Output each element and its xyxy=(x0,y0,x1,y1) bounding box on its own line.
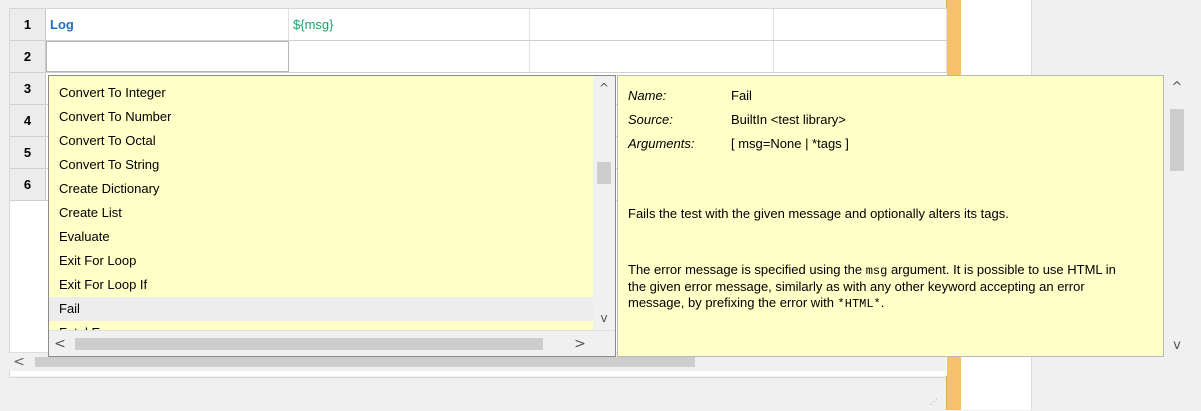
doc-text: . xyxy=(880,295,885,310)
suggestion-vertical-scrollbar[interactable]: ^ v xyxy=(593,76,615,330)
scroll-down-icon[interactable]: v xyxy=(593,308,615,328)
doc-arguments-row: Arguments: [ msg=None | *tags ] xyxy=(628,136,849,151)
suggestion-item[interactable]: Exit For Loop xyxy=(49,249,593,273)
doc-arguments-value: [ msg=None | *tags ] xyxy=(731,136,849,151)
scroll-left-icon[interactable]: < xyxy=(9,353,29,371)
suggestion-items: Convert To Integer Convert To Number Conve… xyxy=(49,81,593,330)
doc-vertical-scrollbar[interactable]: ^ v xyxy=(1164,75,1190,357)
grid-cell-editing[interactable] xyxy=(46,41,289,72)
suggestion-item[interactable]: Create List xyxy=(49,201,593,225)
grid-cell[interactable] xyxy=(774,41,947,72)
doc-source-label: Source: xyxy=(628,112,673,127)
status-bar: ⋰ xyxy=(9,377,946,411)
doc-summary: Fails the test with the given message an… xyxy=(628,206,1009,221)
grid-row: 1 Log ${msg} xyxy=(10,9,947,41)
grid-row: 2 xyxy=(10,41,947,73)
doc-source-value: BuiltIn <test library> xyxy=(731,112,846,127)
scrollbar-thumb[interactable] xyxy=(1170,109,1184,171)
suggestion-item[interactable]: Create Dictionary xyxy=(49,177,593,201)
keyword-documentation-popup: Name: Fail Source: BuiltIn <test library> … xyxy=(617,75,1164,357)
resize-grip-icon[interactable]: ⋰ xyxy=(930,397,940,407)
suggestion-item[interactable]: Convert To String xyxy=(49,153,593,177)
doc-code: *HTML* xyxy=(837,297,881,311)
suggestion-item[interactable]: Exit For Loop If xyxy=(49,273,593,297)
scroll-up-icon[interactable]: ^ xyxy=(1164,77,1190,97)
scroll-left-icon[interactable]: < xyxy=(49,331,71,356)
doc-description: The error message is specified using the… xyxy=(628,262,1128,312)
scrollbar-thumb[interactable] xyxy=(597,162,611,184)
scroll-up-icon[interactable]: ^ xyxy=(593,78,615,98)
scroll-down-icon[interactable]: v xyxy=(1164,335,1190,355)
grid-cell[interactable] xyxy=(530,9,774,40)
doc-text: The error message is specified using the xyxy=(628,262,866,277)
keyword-suggestion-list[interactable]: Convert To Integer Convert To Number Conve… xyxy=(48,75,616,357)
row-number[interactable]: 1 xyxy=(10,9,46,40)
doc-name-row: Name: Fail xyxy=(628,88,752,103)
scroll-right-icon[interactable]: > xyxy=(569,331,591,356)
suggestion-item[interactable]: Fatal Error xyxy=(49,321,593,330)
suggestion-item[interactable]: Convert To Number xyxy=(49,105,593,129)
scrollbar-thumb[interactable] xyxy=(35,357,695,367)
grid-cell-argument[interactable]: ${msg} xyxy=(289,9,530,40)
row-number[interactable]: 3 xyxy=(10,73,46,104)
doc-name-label: Name: xyxy=(628,88,667,103)
suggestion-item[interactable]: Evaluate xyxy=(49,225,593,249)
doc-code: msg xyxy=(865,264,888,278)
row-number[interactable]: 4 xyxy=(10,105,46,136)
suggestion-item[interactable]: Convert To Octal xyxy=(49,129,593,153)
suggestion-item[interactable]: Fail xyxy=(49,297,593,321)
grid-cell-keyword[interactable]: Log xyxy=(46,9,289,40)
grid-cell[interactable] xyxy=(774,9,947,40)
grid-cell[interactable] xyxy=(289,41,530,72)
row-number[interactable]: 5 xyxy=(10,137,46,168)
doc-source-row: Source: BuiltIn <test library> xyxy=(628,112,846,127)
row-number[interactable]: 6 xyxy=(10,169,46,200)
suggestion-horizontal-scrollbar[interactable]: < > xyxy=(49,330,615,356)
suggestion-item[interactable]: Convert To Integer xyxy=(49,81,593,105)
doc-name-value: Fail xyxy=(731,88,752,103)
row-number[interactable]: 2 xyxy=(10,41,46,72)
scrollbar-thumb[interactable] xyxy=(75,338,543,350)
doc-arguments-label: Arguments: xyxy=(628,136,695,151)
grid-cell[interactable] xyxy=(530,41,774,72)
